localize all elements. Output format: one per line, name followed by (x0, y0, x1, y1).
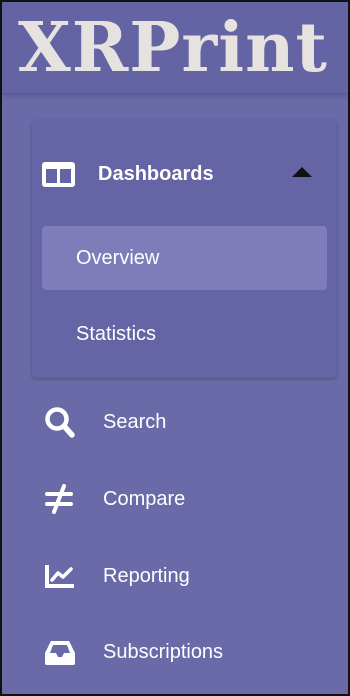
not-equal-icon (45, 484, 73, 514)
sidebar-group-dashboards-toggle[interactable]: Dashboards (32, 120, 337, 222)
sidebar-subitem-overview[interactable]: Overview (42, 226, 327, 290)
sidebar: XRPrint Dashboards Overview Statistics S… (0, 0, 350, 696)
sidebar-item-label: Compare (103, 488, 186, 510)
logo-bar: XRPrint (2, 2, 348, 94)
sidebar-item-reporting[interactable]: Reporting (2, 545, 348, 605)
sidebar-subitem-label: Statistics (76, 323, 157, 345)
inbox-icon (45, 641, 75, 665)
sidebar-item-subscriptions[interactable]: Subscriptions (2, 621, 348, 681)
columns-icon (42, 162, 75, 187)
sidebar-item-label: Subscriptions (103, 641, 224, 663)
sidebar-subitem-statistics[interactable]: Statistics (42, 302, 327, 366)
sidebar-group-dashboards: Dashboards Overview Statistics (32, 120, 337, 378)
sidebar-item-label: Reporting (103, 565, 190, 587)
sidebar-group-label: Dashboards (98, 163, 214, 185)
chart-line-icon (45, 565, 74, 588)
sidebar-subitem-label: Overview (76, 247, 160, 269)
caret-up-icon[interactable] (292, 167, 312, 177)
sidebar-item-compare[interactable]: Compare (2, 468, 348, 528)
sidebar-item-label: Search (103, 411, 167, 433)
app-logo[interactable]: XRPrint (18, 8, 328, 88)
sidebar-item-search[interactable]: Search (2, 391, 348, 451)
search-icon (45, 407, 75, 438)
